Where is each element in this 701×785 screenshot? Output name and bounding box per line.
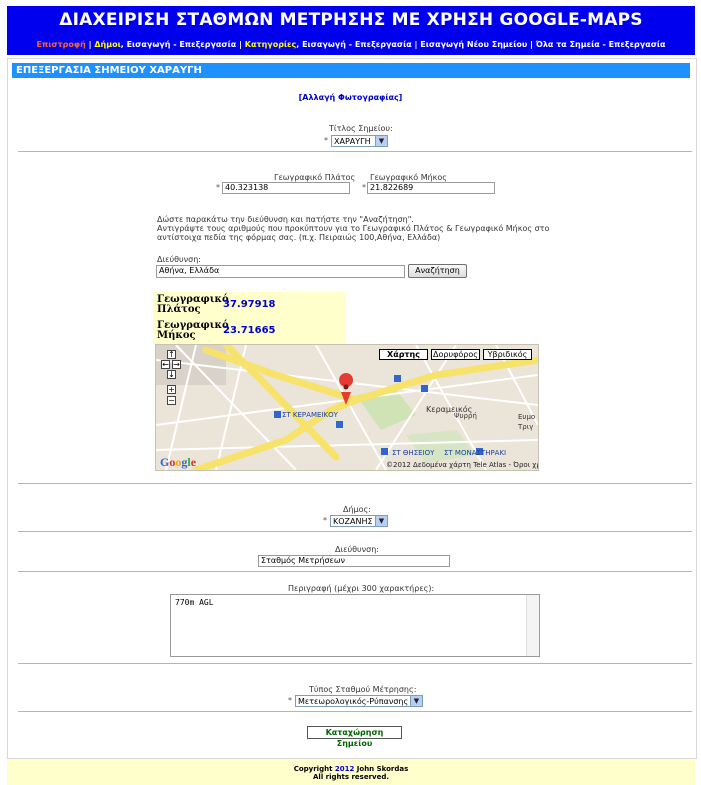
- geocode-address-label: Διεύθυνση:: [157, 255, 201, 264]
- description-value: 770m AGL: [175, 598, 214, 607]
- divider: [18, 663, 692, 664]
- section-title: ΕΠΕΞΕΡΓΑΣΙΑ ΣΗΜΕΙΟΥ ΧΑΡΑΥΓΗ: [12, 63, 690, 78]
- latitude-input[interactable]: 40.323138: [222, 182, 350, 194]
- pan-down-icon[interactable]: ↓: [167, 370, 176, 379]
- longitude-input[interactable]: 21.822689: [367, 182, 495, 194]
- address-label: Διεύθυνση:: [335, 545, 379, 554]
- map-label: ΣΤ ΜΟΝΑΣΤΗΡΑΚΙ: [444, 449, 507, 457]
- municipality-value: ΚΟΖΑΝΗΣ: [333, 517, 373, 526]
- geocode-instructions: Δώστε παρακάτω την διεύθυνση και πατήστε…: [157, 215, 577, 242]
- point-title-label: Τίτλος Σημείου:: [329, 124, 393, 133]
- pan-left-icon[interactable]: ←: [161, 360, 170, 369]
- copyright-prefix: Copyright: [293, 765, 335, 773]
- google-logo: Google: [160, 455, 197, 469]
- nav-categories-link[interactable]: Κατηγορίες: [245, 40, 296, 49]
- longitude-label: Γεωγραφικό Μήκος: [370, 173, 447, 182]
- textarea-scrollbar[interactable]: [526, 595, 539, 656]
- submit-button[interactable]: Καταχώρηση Σημείου: [307, 726, 402, 748]
- station-type-label: Τύπος Σταθμού Μέτρησης:: [309, 685, 417, 694]
- copyright-owner: John Skordas: [354, 765, 409, 773]
- pan-up-icon[interactable]: ↑: [167, 350, 176, 359]
- map-label: Τριγ: [518, 423, 534, 431]
- map-label: Ψυρρή: [454, 412, 477, 420]
- search-button[interactable]: Αναζήτηση: [408, 264, 467, 278]
- nav-more-links[interactable]: , Εισαγωγή - Επεξεργασία | Εισαγωγή Νέου…: [296, 40, 665, 49]
- top-nav: Επιστροφή | Δήμοι, Εισαγωγή - Επεξεργασί…: [7, 40, 695, 49]
- page-header: ΔΙΑΧΕΙΡΙΣΗ ΣΤΑΘΜΩΝ ΜΕΤΡΗΣΗΣ ΜΕ ΧΡΗΣΗ GOO…: [7, 6, 695, 55]
- pan-right-icon[interactable]: →: [172, 360, 181, 369]
- map-label: ΣΤ ΘΗΣΕΙΟΥ: [392, 449, 435, 457]
- description-label: Περιγραφή (μέχρι 300 χαρακτήρες):: [288, 584, 435, 593]
- copyright-year: 2012: [334, 765, 355, 773]
- instruction-line: Αντιγράψτε τους αριθμούς που προκύπτουν …: [157, 224, 550, 242]
- zoom-in-icon[interactable]: +: [167, 385, 176, 394]
- chevron-down-icon: ▼: [375, 516, 387, 526]
- zoom-out-icon[interactable]: −: [167, 396, 176, 405]
- latitude-label: Γεωγραφικό Πλάτος: [274, 173, 356, 182]
- point-title-value: ΧΑΡΑΥΓΗ: [334, 137, 371, 146]
- nav-municipalities-edit-link[interactable]: , Εισαγωγή - Επεξεργασία |: [121, 40, 245, 49]
- municipality-select[interactable]: ΚΟΖΑΝΗΣ ▼: [330, 515, 388, 527]
- required-marker: *: [362, 183, 366, 192]
- station-type-select[interactable]: Μετεωρολογικός-Ρύπανσης ▼: [295, 695, 423, 707]
- chevron-down-icon: ▼: [410, 696, 422, 706]
- result-lng-value: 23.71665: [223, 325, 276, 336]
- instruction-line: Δώστε παρακάτω την διεύθυνση και πατήστε…: [157, 215, 414, 224]
- required-marker: *: [324, 136, 328, 145]
- result-lng-label: Γεωγραφικό Μήκος: [157, 321, 229, 341]
- address-input[interactable]: Σταθμός Μετρήσεων: [258, 555, 450, 567]
- nav-municipalities-link[interactable]: Δήμοι: [94, 40, 120, 49]
- page-footer: Copyright 2012 John Skordas All rights r…: [7, 759, 695, 785]
- result-lat-value: 37.97918: [223, 299, 276, 310]
- app-title: ΔΙΑΧΕΙΡΙΣΗ ΣΤΑΘΜΩΝ ΜΕΤΡΗΣΗΣ ΜΕ ΧΡΗΣΗ GOO…: [59, 10, 643, 30]
- municipality-label: Δήμος:: [343, 505, 371, 514]
- chevron-down-icon: ▼: [375, 136, 387, 146]
- required-marker: *: [323, 516, 327, 525]
- description-textarea[interactable]: 770m AGL: [170, 594, 540, 657]
- map-label: Ευμο: [518, 413, 536, 421]
- change-photo-link[interactable]: [Αλλαγή Φωτογραφίας]: [0, 93, 701, 102]
- result-lng-label-2: Μήκος: [157, 330, 196, 341]
- required-marker: *: [288, 696, 292, 705]
- divider: [18, 711, 692, 712]
- copyright-line: Copyright 2012 John Skordas: [7, 765, 695, 773]
- divider: [18, 151, 692, 152]
- map-label: ΣΤ ΚΕΡΑΜΕΙΚΟΥ: [282, 411, 338, 419]
- divider: [18, 571, 692, 572]
- map-copyright: ©2012 Δεδομένα χάρτη Tele Atlas - Όροι χ…: [386, 461, 538, 469]
- nav-back-link[interactable]: Επιστροφή: [36, 40, 85, 49]
- result-lat-label: Γεωγραφικό Πλάτος: [157, 295, 229, 315]
- point-title-select[interactable]: ΧΑΡΑΥΓΗ ▼: [331, 135, 388, 147]
- station-type-value: Μετεωρολογικός-Ρύπανσης: [298, 697, 409, 706]
- divider: [18, 483, 692, 484]
- geocode-address-input[interactable]: Αθήνα, Ελλάδα: [156, 265, 405, 278]
- result-lat-label-2: Πλάτος: [157, 304, 201, 315]
- divider: [18, 531, 692, 532]
- google-map[interactable]: Κεραμεικός ΣΤ ΚΕΡΑΜΕΙΚΟΥ Ψυρρή ΣΤ ΘΗΣΕΙΟ…: [155, 344, 539, 471]
- map-type-map-button[interactable]: Χάρτης: [379, 349, 428, 360]
- required-marker: *: [216, 183, 220, 192]
- map-type-hybrid-button[interactable]: Υβριδικός: [483, 349, 532, 360]
- map-type-satellite-button[interactable]: Δορυφόρος: [431, 349, 480, 360]
- rights-line: All rights reserved.: [313, 773, 389, 781]
- geocode-result: Γεωγραφικό Πλάτος 37.97918 Γεωγραφικό Μήκο…: [153, 292, 346, 344]
